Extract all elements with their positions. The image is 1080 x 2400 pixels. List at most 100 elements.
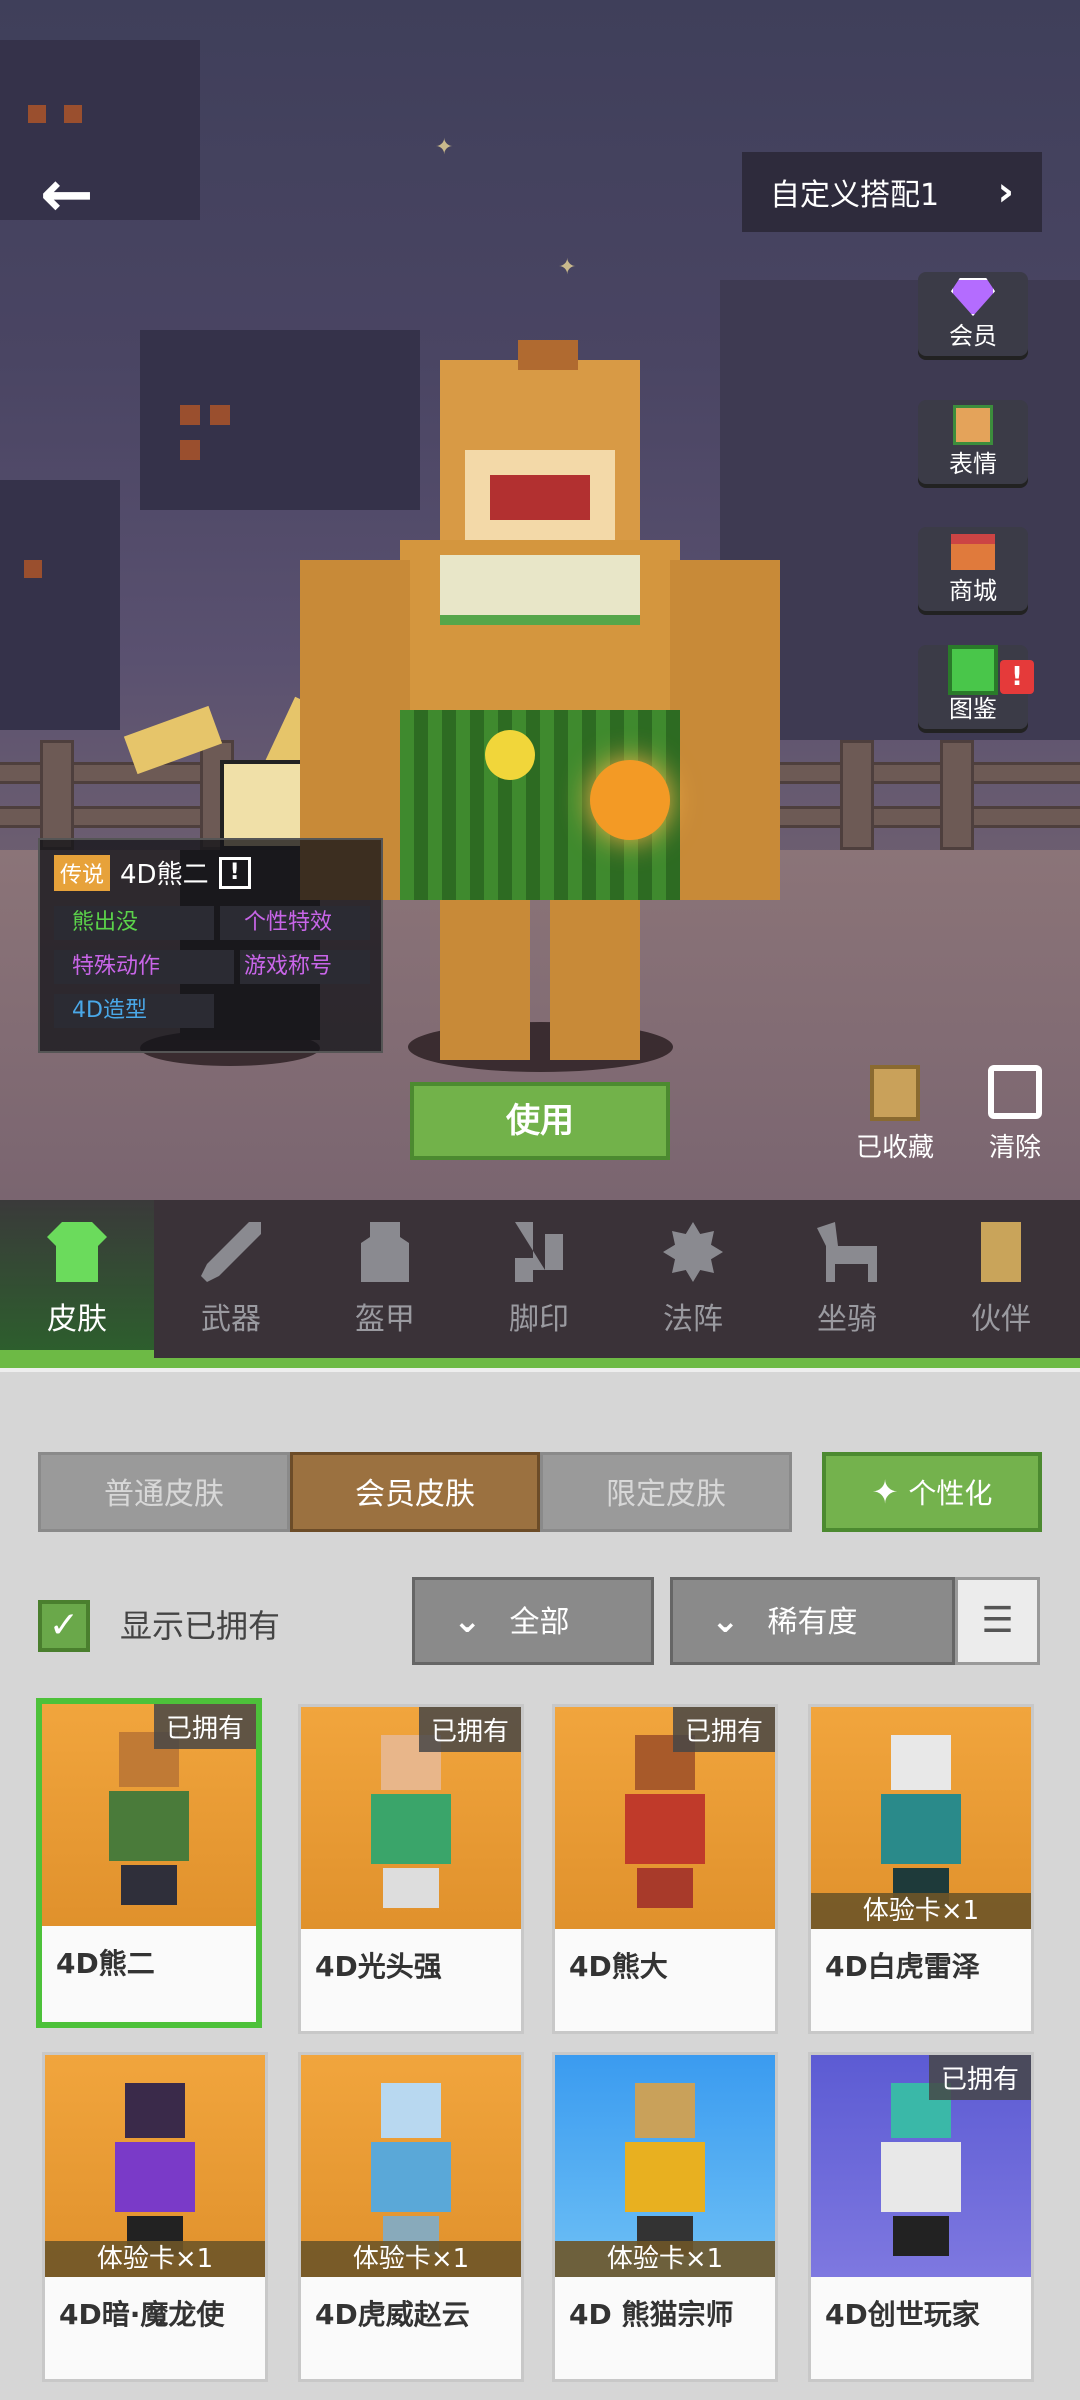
collection-label: 图鉴 <box>949 695 997 723</box>
skin-card[interactable]: 体验卡×1 4D 熊猫宗师 <box>552 2052 778 2382</box>
sort-dropdown[interactable]: ⌄ 稀有度 <box>670 1577 955 1665</box>
shop-button[interactable]: 商城 <box>918 527 1028 611</box>
bookmark-icon <box>870 1065 920 1121</box>
tab-skin[interactable]: 皮肤 <box>0 1200 154 1358</box>
fence-post <box>940 740 974 850</box>
star-decoration: ✦ <box>558 255 577 280</box>
companion-icon <box>981 1222 1021 1282</box>
trial-card-badge: 体验卡×1 <box>811 1893 1031 1929</box>
horse-icon <box>817 1222 877 1282</box>
personalize-button[interactable]: ✦ 个性化 <box>822 1452 1042 1532</box>
trial-card-badge: 体验卡×1 <box>555 2241 775 2277</box>
collected-label: 已收藏 <box>855 1133 934 1163</box>
info-icon[interactable]: ! <box>218 856 251 889</box>
emote-icon <box>953 405 993 445</box>
skin-name: 4D虎威赵云 <box>315 2298 470 2331</box>
tab-armor[interactable]: 盔甲 <box>308 1200 462 1350</box>
tab-weapon[interactable]: 武器 <box>154 1200 308 1350</box>
feature-tag: 游戏称号 <box>240 950 370 984</box>
outfit-selector[interactable]: 自定义搭配1 › <box>742 152 1042 232</box>
skin-card[interactable]: 已拥有 4D熊大 <box>552 1704 778 2034</box>
fence-post <box>40 740 74 850</box>
background-window <box>64 105 82 123</box>
tab-label: 盔甲 <box>355 1302 415 1337</box>
feature-tag: 4D造型 <box>54 994 214 1028</box>
shop-label: 商城 <box>949 577 997 605</box>
alert-badge: ! <box>1000 660 1034 694</box>
companion-ear <box>123 705 223 775</box>
skin-card[interactable]: 已拥有 4D熊二 <box>36 1698 262 2028</box>
tab-label: 伙伴 <box>971 1302 1031 1337</box>
background-window <box>28 105 46 123</box>
show-owned-checkbox[interactable]: ✓ <box>38 1600 90 1652</box>
outfit-label: 自定义搭配1 <box>770 178 940 213</box>
gem-icon <box>951 278 995 316</box>
tab-companion[interactable]: 伙伴 <box>924 1200 1078 1350</box>
refresh-icon <box>988 1065 1042 1119</box>
helmet-icon <box>361 1222 409 1282</box>
category-dropdown[interactable]: ⌄ 全部 <box>412 1577 654 1665</box>
show-owned-label: 显示已拥有 <box>120 1607 281 1645</box>
trial-card-badge: 体验卡×1 <box>45 2241 265 2277</box>
bear-leg <box>550 900 640 1060</box>
skin-title: 4D熊二 <box>120 860 209 890</box>
bear-arm <box>670 560 780 900</box>
skin-card[interactable]: 体验卡×1 4D暗·魔龙使 <box>42 2052 268 2382</box>
category-tab-bar: 皮肤 武器 盔甲 脚印 法阵 坐骑 伙伴 <box>0 1200 1080 1358</box>
tab-label: 坐骑 <box>817 1302 877 1337</box>
tab-label: 法阵 <box>663 1302 723 1337</box>
tab-footprint[interactable]: 脚印 <box>462 1200 616 1350</box>
checkmark-icon: ✓ <box>48 1605 80 1646</box>
skin-name: 4D创世玩家 <box>825 2298 980 2331</box>
skin-name: 4D暗·魔龙使 <box>59 2298 225 2331</box>
tab-magic-circle[interactable]: 法阵 <box>616 1200 770 1350</box>
skin-list-panel: 普通皮肤 会员皮肤 限定皮肤 ✦ 个性化 ✓ 显示已拥有 ⌄ 全部 ⌄ 稀有度 ☰ 已… <box>0 1368 1080 2400</box>
segment-normal-skin[interactable]: 普通皮肤 <box>38 1452 290 1532</box>
use-button[interactable]: 使用 <box>410 1082 670 1160</box>
background-window <box>24 560 42 578</box>
skin-name: 4D熊二 <box>56 1947 155 1980</box>
chevron-down-icon: ⌄ <box>711 1601 740 1641</box>
bear-ear <box>518 340 578 370</box>
rarity-badge: 传说 <box>54 854 111 891</box>
skin-card[interactable]: 体验卡×1 4D白虎雷泽 <box>808 1704 1034 2034</box>
clear-button[interactable]: 清除 <box>975 1065 1055 1164</box>
bear-lantern <box>590 760 670 840</box>
arrow-left-icon: ← <box>40 158 94 232</box>
emote-button[interactable]: 表情 <box>918 400 1028 484</box>
background-window <box>180 440 200 460</box>
feature-tag: 熊出没 <box>54 906 214 940</box>
back-button[interactable]: ← <box>40 163 120 227</box>
skin-info-card: 传说 4D熊二 ! 熊出没 个性特效 特殊动作 游戏称号 4D造型 <box>38 838 383 1053</box>
tab-underline <box>0 1358 1080 1368</box>
skin-card[interactable]: 已拥有 4D光头强 <box>298 1704 524 2034</box>
star-decoration: ✦ <box>435 135 454 160</box>
feature-tag: 个性特效 <box>220 906 370 940</box>
feature-tag: 特殊动作 <box>54 950 234 984</box>
collected-button[interactable]: 已收藏 <box>850 1065 940 1164</box>
background-window <box>180 405 200 425</box>
owned-badge: 已拥有 <box>672 1707 775 1752</box>
sparkle-icon: ✦ <box>871 1473 899 1511</box>
chevron-down-icon: ⌄ <box>453 1601 482 1641</box>
skin-card[interactable]: 已拥有 4D创世玩家 <box>808 2052 1034 2382</box>
vip-label: 会员 <box>949 322 997 350</box>
skin-card[interactable]: 体验卡×1 4D虎威赵云 <box>298 2052 524 2382</box>
sort-order-icon: ☰ <box>981 1600 1014 1641</box>
vip-button[interactable]: 会员 <box>918 272 1028 356</box>
skin-name: 4D白虎雷泽 <box>825 1950 980 1983</box>
clear-label: 清除 <box>988 1133 1041 1163</box>
segment-vip-skin[interactable]: 会员皮肤 <box>290 1452 540 1532</box>
sort-order-button[interactable]: ☰ <box>955 1577 1040 1665</box>
segment-limited-skin[interactable]: 限定皮肤 <box>540 1452 792 1532</box>
bear-flower <box>485 730 535 780</box>
background-building <box>0 480 120 730</box>
character-preview-scene: ✦ ✦ ← 自定义搭配1 › 会员 表情 商城 图鉴 ! 传说 4D熊二 ! 熊… <box>0 0 1080 1200</box>
chevron-right-icon: › <box>997 169 1014 215</box>
bear-necklace <box>440 555 640 625</box>
book-icon <box>948 645 998 695</box>
personalize-label: 个性化 <box>908 1477 993 1510</box>
sword-icon <box>201 1222 261 1282</box>
shirt-icon <box>47 1222 107 1282</box>
tab-mount[interactable]: 坐骑 <box>770 1200 924 1350</box>
